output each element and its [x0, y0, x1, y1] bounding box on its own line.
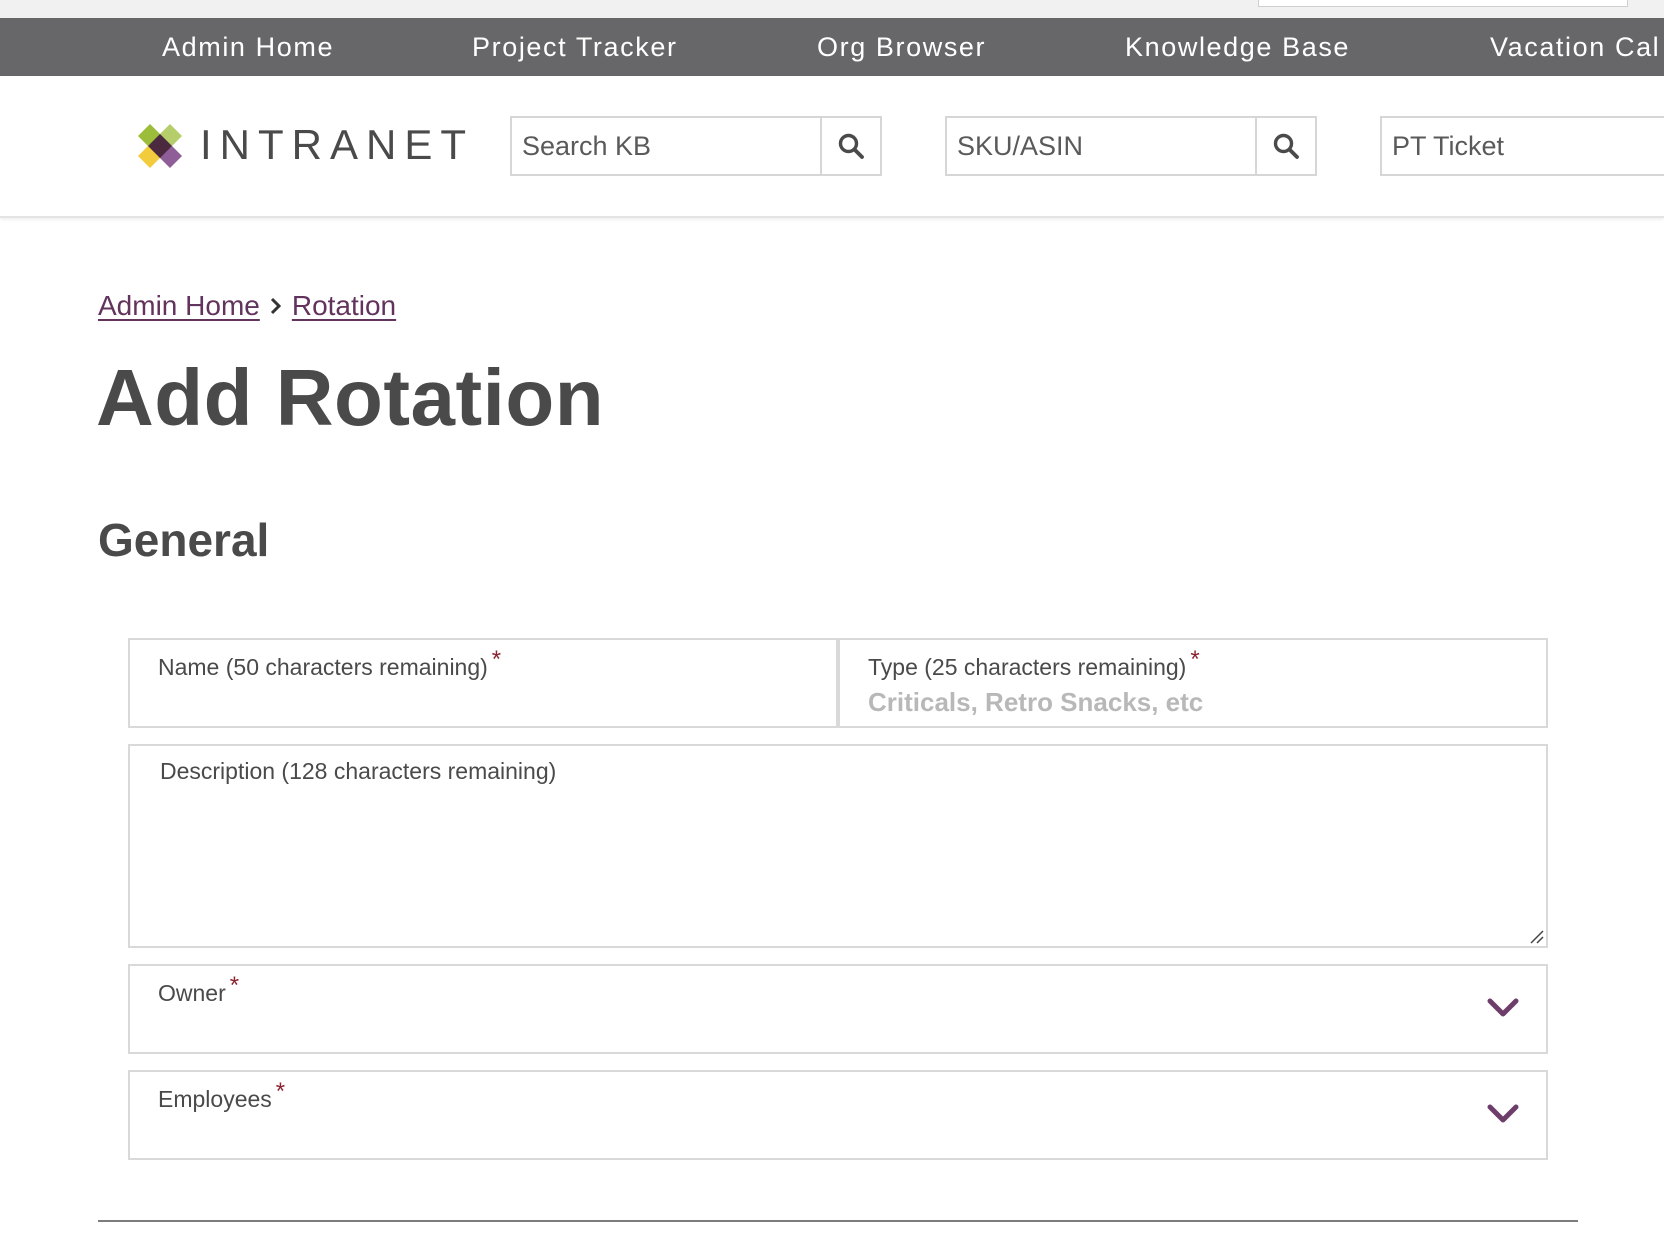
browser-top-strip	[0, 0, 1664, 18]
nav-item-project-tracker[interactable]: Project Tracker	[472, 18, 678, 76]
nav-item-org-browser[interactable]: Org Browser	[817, 18, 986, 76]
name-input[interactable]	[158, 684, 808, 720]
page-title: Add Rotation	[96, 353, 605, 442]
type-input[interactable]	[868, 684, 1518, 720]
header-bar: INTRANET	[0, 76, 1664, 218]
top-nav: Admin Home Project Tracker Org Browser K…	[0, 18, 1664, 76]
breadcrumb-admin-home[interactable]: Admin Home	[98, 290, 260, 321]
owner-field-label: Owner *	[158, 972, 240, 1006]
required-marker: *	[491, 646, 502, 673]
required-marker: *	[1190, 646, 1200, 673]
search-kb-input[interactable]	[512, 118, 822, 174]
search-kb-box	[510, 116, 882, 176]
search-icon	[838, 133, 864, 159]
nav-item-vacation-cal[interactable]: Vacation Cal	[1490, 18, 1660, 76]
required-marker: *	[229, 972, 240, 999]
sku-asin-search-button[interactable]	[1255, 118, 1315, 174]
name-field-label: Name (50 characters remaining) *	[158, 646, 502, 680]
chevron-down-icon[interactable]	[1486, 1102, 1520, 1126]
search-kb-button[interactable]	[820, 118, 880, 174]
pt-ticket-input[interactable]	[1382, 118, 1664, 174]
nav-item-admin-home[interactable]: Admin Home	[162, 18, 334, 76]
chevron-right-icon	[270, 297, 281, 314]
owner-select[interactable]: Owner *	[128, 964, 1548, 1054]
employees-select[interactable]: Employees *	[128, 1070, 1548, 1160]
intranet-logo-icon[interactable]	[136, 122, 184, 170]
description-field[interactable]: Description (128 characters remaining)	[128, 744, 1548, 948]
breadcrumb-rotation[interactable]: Rotation	[292, 290, 396, 321]
type-field-label: Type (25 characters remaining) *	[868, 646, 1200, 680]
name-field[interactable]: Name (50 characters remaining) *	[128, 638, 838, 728]
search-icon	[1273, 133, 1299, 159]
type-field[interactable]: Type (25 characters remaining) *	[838, 638, 1548, 728]
sku-asin-input[interactable]	[947, 118, 1257, 174]
breadcrumb: Admin Home Rotation	[98, 288, 396, 324]
pt-ticket-box	[1380, 116, 1664, 176]
description-field-label: Description (128 characters remaining)	[160, 758, 557, 784]
chevron-down-icon[interactable]	[1486, 996, 1520, 1020]
logo-text[interactable]: INTRANET	[200, 116, 474, 174]
top-strip-input[interactable]	[1258, 0, 1628, 7]
description-textarea[interactable]	[158, 796, 1518, 926]
employees-field-label: Employees *	[158, 1078, 286, 1112]
resize-handle-icon[interactable]	[1528, 928, 1544, 944]
section-title-general: General	[98, 514, 270, 566]
sku-asin-box	[945, 116, 1317, 176]
section-divider	[98, 1220, 1578, 1222]
nav-item-knowledge-base[interactable]: Knowledge Base	[1125, 18, 1350, 76]
required-marker: *	[275, 1078, 286, 1105]
